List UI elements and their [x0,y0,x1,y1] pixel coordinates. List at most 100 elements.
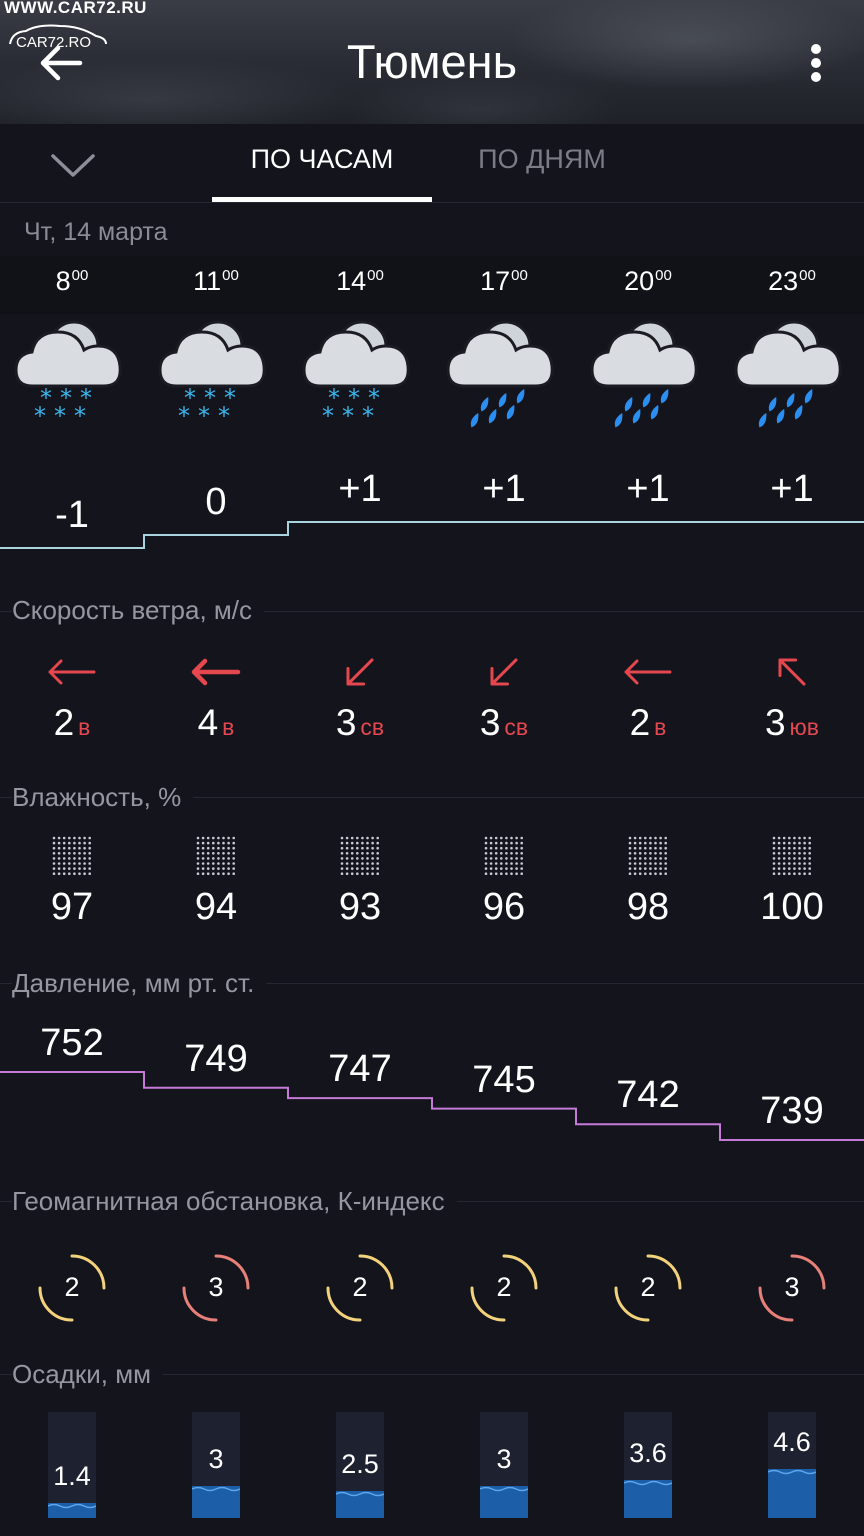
humidity-value: 100 [760,886,824,928]
wind-speed: 3 св [432,702,576,744]
humidity-section-label: Влажность, % [12,782,194,813]
precipitation-water [48,1503,96,1518]
pressure-value: 739 [760,1090,824,1132]
more-menu-button[interactable] [800,40,832,86]
wind-direction: юв [789,714,820,740]
precipitation-water [768,1469,816,1518]
svg-text:*: * [342,402,354,428]
wind-speed: 4в [144,702,288,744]
precipitation-value: 3 [496,1444,512,1474]
temperature-value: +1 [338,468,382,510]
wind-arrow-icon [191,650,241,694]
svg-text:*: * [34,402,46,428]
app-header: WWW.CAR72.RU CAR72.RO Тюмень [0,0,864,124]
humidity-value: 98 [626,886,670,928]
wind-speed-value: 3 [479,702,501,743]
temperature-value: +1 [770,468,814,510]
precipitation-section-label: Осадки, мм [12,1359,163,1390]
page-title: Тюмень [346,35,518,88]
k-index-value: 2 [496,1272,512,1302]
hour-label: 1100 [144,266,288,297]
pressure-value: 752 [40,1022,104,1064]
wind-arrow-icon [479,650,529,694]
hour-label: 2000 [576,266,720,297]
wind-speed: 3 юв [720,702,864,744]
humidity-icon [770,834,814,878]
cloud-rain-icon [444,312,558,428]
precipitation-water [480,1486,528,1518]
k-index-value: 2 [64,1272,80,1302]
minute-value: 00 [511,267,528,284]
precipitation-value: 1.4 [53,1461,91,1491]
hour-label: 1400 [288,266,432,297]
chevron-down-icon [51,154,95,177]
tab-daily[interactable]: ПО ДНЯМ [432,144,652,175]
svg-text:*: * [198,402,210,428]
humidity-icon [194,834,238,878]
cloud-snow-icon: * * * * * * [156,312,270,428]
humidity-icon [482,834,526,878]
wind-direction: в [654,714,667,740]
hour-label: 1700 [432,266,576,297]
pressure-section-label: Давление, мм рт. ст. [12,968,267,999]
cloud-rain-icon [732,312,846,428]
wind-arrow-icon [47,650,97,694]
temperature-value: -1 [55,494,89,536]
wind-speed-value: 2 [629,702,651,743]
svg-text:*: * [54,402,66,428]
wind-arrow-icon [767,650,817,694]
humidity-value: 94 [194,886,238,928]
wind-arrow-icon [623,650,673,694]
wind-speed-value: 3 [764,702,786,743]
precipitation-value: 2.5 [341,1449,379,1479]
wind-speed: 2в [0,702,144,744]
hour-value: 17 [480,266,511,296]
pressure-value: 747 [328,1048,392,1091]
humidity-icon [50,834,94,878]
cloud-rain-icon [588,312,702,428]
hour-value: 8 [55,266,71,296]
geomagnetic-section-label: Геомагнитная обстановка, К-индекс [12,1186,457,1217]
humidity-value: 97 [50,886,94,928]
minute-value: 00 [799,267,816,284]
k-index-value: 2 [640,1272,656,1302]
svg-text:*: * [362,402,374,428]
wind-speed-value: 4 [197,702,219,743]
wind-direction: в [78,714,91,740]
tab-hourly[interactable]: ПО ЧАСАМ [212,144,432,175]
temperature-value: 0 [205,481,227,523]
precipitation-water [192,1486,240,1518]
precipitation-value: 3.6 [629,1438,667,1468]
wind-section-label: Скорость ветра, м/с [12,595,264,626]
humidity-icon [626,834,670,878]
divider [0,202,864,203]
pressure-value: 742 [616,1074,680,1117]
hour-label: 2300 [720,266,864,297]
collapse-button[interactable] [48,150,98,180]
more-vertical-icon [811,44,821,54]
wind-speed-value: 2 [53,702,75,743]
precipitation-value: 3 [208,1444,224,1474]
pressure-value: 745 [472,1058,536,1101]
minute-value: 00 [655,267,672,284]
wind-arrow-icon [335,650,385,694]
cloud-snow-icon: * * * * * * [300,312,414,428]
wind-direction: св [360,714,385,740]
k-index-value: 3 [784,1272,800,1302]
pressure-value: 749 [184,1037,248,1080]
hour-value: 14 [336,266,367,296]
svg-text:*: * [178,402,190,428]
tab-bar: ПО ЧАСАМ ПО ДНЯМ [0,124,864,202]
svg-text:*: * [322,402,334,428]
cloud-snow-icon: * * * * * * [12,312,126,428]
minute-value: 00 [71,267,89,284]
wind-direction: св [504,714,529,740]
hour-value: 11 [193,266,222,296]
wind-speed: 2в [576,702,720,744]
wind-speed: 3 св [288,702,432,744]
minute-value: 00 [222,267,239,284]
wind-speed-value: 3 [335,702,357,743]
humidity-icon [338,834,382,878]
precipitation-value: 4.6 [773,1427,811,1457]
k-index-value: 2 [352,1272,368,1302]
